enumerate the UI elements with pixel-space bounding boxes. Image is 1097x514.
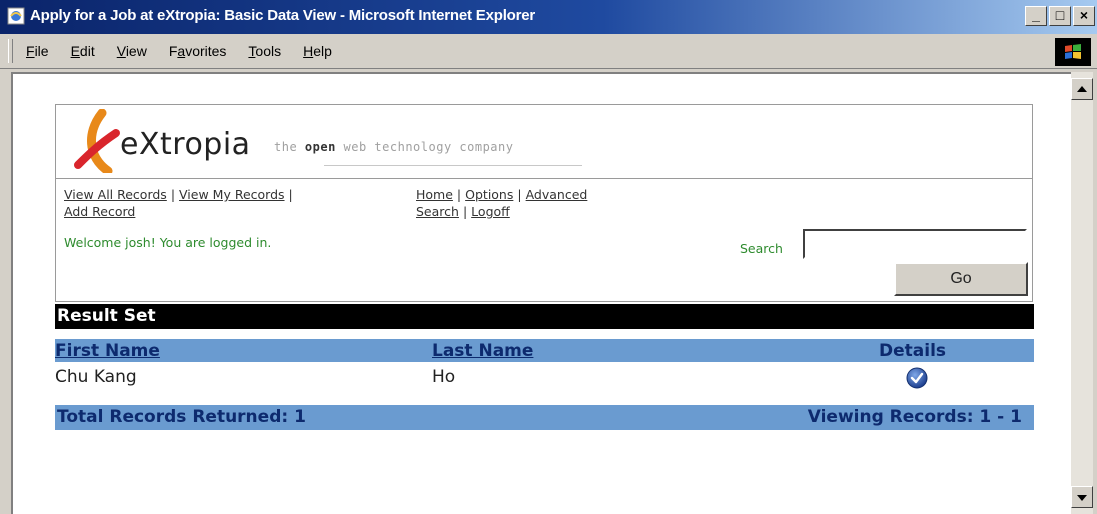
menu-help[interactable]: Help [301, 43, 334, 59]
details-check-icon[interactable] [906, 367, 928, 389]
last-name-cell: Ho [432, 367, 456, 387]
table-header: First Name Last Name Details [55, 339, 1034, 362]
title-bar: Apply for a Job at eXtropia: Basic Data … [0, 0, 1097, 34]
menu-tools[interactable]: Tools [246, 43, 283, 59]
nav-separator: | [170, 187, 176, 202]
close-button[interactable]: × [1073, 6, 1095, 26]
view-all-records-link[interactable]: View All Records [64, 187, 167, 202]
first-name-cell: Chu Kang [55, 367, 137, 387]
menu-view[interactable]: View [115, 43, 149, 59]
browser-window: Apply for a Job at eXtropia: Basic Data … [0, 0, 1097, 514]
page-content: eXtropia the open web technology company… [13, 74, 1071, 514]
nav-records: View All Records | View My Records | Add Re… [64, 186, 384, 220]
window-frame-edge [1093, 72, 1097, 514]
page-viewport: eXtropia the open web technology company… [11, 72, 1071, 514]
scroll-up-button[interactable] [1071, 78, 1093, 100]
search-input[interactable] [803, 229, 1027, 259]
go-button[interactable]: Go [894, 262, 1028, 296]
menu-edit[interactable]: Edit [69, 43, 97, 59]
results-footer: Total Records Returned: 1 Viewing Record… [55, 405, 1034, 430]
add-record-link[interactable]: Add Record [64, 204, 135, 219]
nav-separator: | [462, 204, 468, 219]
site-header: eXtropia the open web technology company… [55, 104, 1033, 302]
logo-tagline: the open web technology company [274, 140, 514, 154]
logo-wordmark: eXtropia [120, 127, 251, 162]
search-label: Search [740, 241, 783, 256]
menu-file[interactable]: File [24, 43, 51, 59]
window-title: Apply for a Job at eXtropia: Basic Data … [30, 7, 536, 24]
extropia-logo-icon [74, 109, 120, 173]
logoff-link[interactable]: Logoff [471, 204, 510, 219]
first-name-column-header[interactable]: First Name [55, 339, 160, 364]
menu-items: File Edit View Favorites Tools Help [24, 43, 334, 59]
scroll-down-button[interactable] [1071, 486, 1093, 508]
nav-separator: | [288, 187, 293, 202]
toolbar-grip[interactable] [8, 39, 13, 63]
table-row: Chu Kang Ho [55, 364, 1034, 390]
welcome-message: Welcome josh! You are logged in. [64, 235, 272, 250]
nav-site: Home | Options | Advanced Search | Logoff [416, 186, 656, 220]
last-name-column-header[interactable]: Last Name [432, 339, 533, 364]
nav-separator: | [456, 187, 462, 202]
view-my-records-link[interactable]: View My Records [179, 187, 285, 202]
menu-favorites[interactable]: Favorites [167, 43, 229, 59]
details-column-header: Details [879, 341, 947, 361]
menu-bar: File Edit View Favorites Tools Help [0, 34, 1097, 69]
arrow-down-icon [1077, 495, 1087, 501]
total-records-text: Total Records Returned: 1 [57, 407, 306, 427]
vertical-scrollbar[interactable] [1071, 72, 1093, 514]
logo-divider [324, 165, 582, 166]
arrow-up-icon [1077, 86, 1087, 92]
windows-logo-icon [1055, 38, 1091, 66]
window-controls: _ □ × [1025, 6, 1095, 26]
home-link[interactable]: Home [416, 187, 453, 202]
logo-row: eXtropia the open web technology company [56, 105, 1032, 179]
ie-page-icon [7, 7, 25, 25]
nav-separator: | [517, 187, 522, 202]
maximize-button[interactable]: □ [1049, 6, 1071, 26]
viewing-records-text: Viewing Records: 1 - 1 [807, 407, 1022, 427]
result-set-header: Result Set [55, 304, 1034, 329]
minimize-button[interactable]: _ [1025, 6, 1047, 26]
options-link[interactable]: Options [465, 187, 513, 202]
